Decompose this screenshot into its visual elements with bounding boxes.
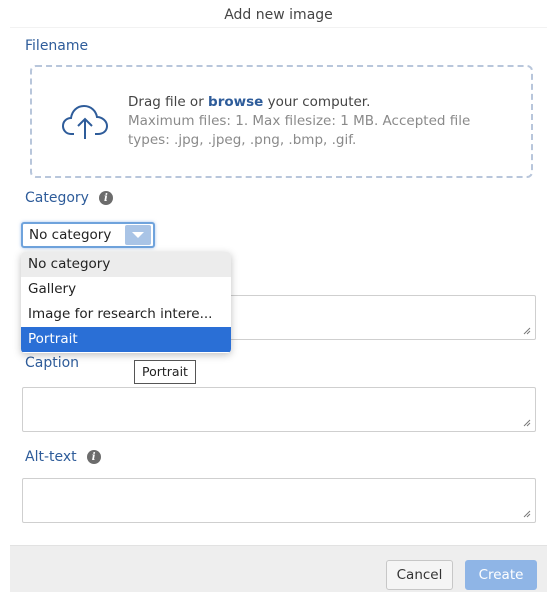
resize-grip-icon[interactable]: [523, 419, 531, 427]
resize-grip-icon[interactable]: [523, 510, 531, 518]
info-icon[interactable]: i: [98, 191, 113, 205]
cloud-upload-icon: [62, 104, 108, 139]
alt-text-label: Alt-text i: [25, 449, 101, 465]
dropzone-suffix: your computer.: [263, 94, 371, 110]
alt-text-label-text: Alt-text: [25, 449, 77, 465]
cancel-button[interactable]: Cancel: [386, 560, 453, 590]
dropzone-limits: Maximum files: 1. Max filesize: 1 MB. Ac…: [128, 113, 471, 148]
filename-label: Filename: [25, 38, 88, 54]
filename-label-text: Filename: [25, 38, 89, 54]
file-dropzone[interactable]: Drag file or browse your computer. Maxim…: [30, 65, 533, 178]
caption-label: Caption: [25, 355, 79, 371]
dropdown-option[interactable]: No category: [21, 252, 231, 277]
alt-text-textarea[interactable]: [22, 478, 536, 523]
dialog-title: Add new image: [224, 7, 333, 23]
dropdown-option-highlighted[interactable]: Portrait: [21, 327, 231, 352]
dropdown-option[interactable]: Gallery: [21, 277, 231, 302]
dropdown-option[interactable]: Image for research intere...: [21, 302, 231, 327]
category-select-value: No category: [29, 227, 112, 243]
dialog-header: Add new image: [10, 0, 547, 28]
dropzone-prefix: Drag file or: [128, 94, 209, 110]
resize-grip-icon[interactable]: [523, 327, 531, 335]
caption-label-text: Caption: [25, 355, 80, 371]
dropzone-text: Drag file or browse your computer. Maxim…: [128, 93, 498, 150]
dialog-footer: Cancel Create: [10, 545, 547, 592]
category-select[interactable]: No category: [21, 222, 155, 248]
category-label: Category i: [25, 190, 113, 206]
chevron-down-icon[interactable]: [125, 225, 151, 245]
category-dropdown-list: No category Gallery Image for research i…: [21, 252, 231, 353]
option-tooltip: Portrait: [134, 360, 196, 384]
category-label-text: Category: [25, 190, 89, 206]
browse-link[interactable]: browse: [208, 94, 263, 110]
caption-textarea[interactable]: [22, 387, 536, 432]
info-icon[interactable]: i: [86, 450, 101, 464]
create-button[interactable]: Create: [465, 560, 537, 590]
